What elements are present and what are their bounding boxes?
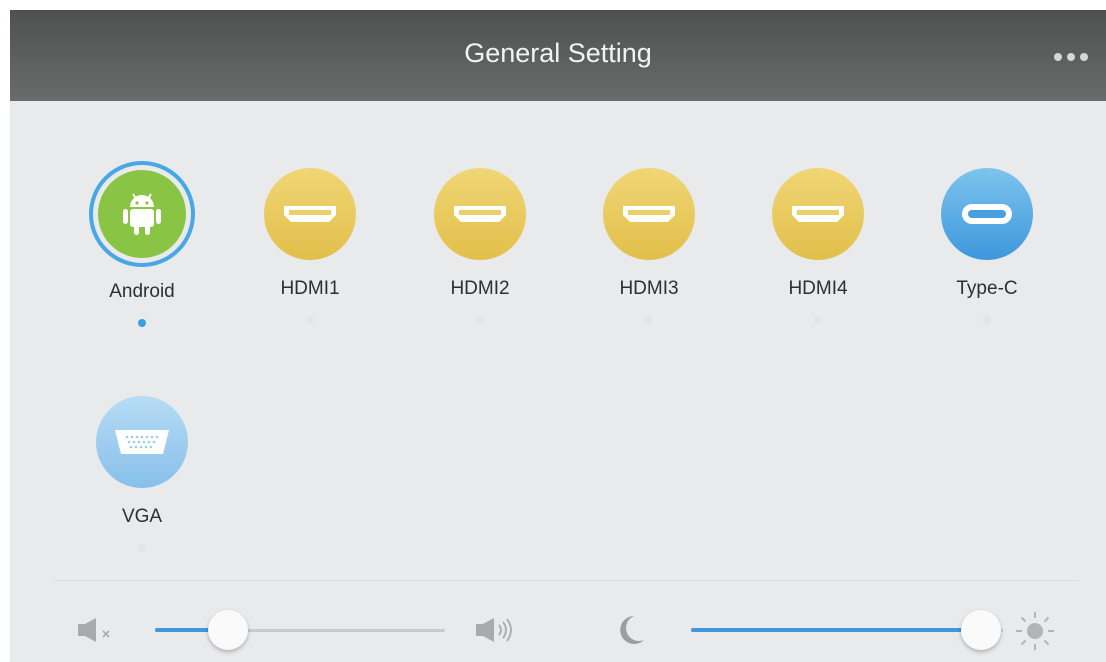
settings-panel: General Setting Android HDMI1 HDMI2 HDMI… xyxy=(10,10,1106,662)
android-icon xyxy=(93,165,191,263)
header-bar: General Setting xyxy=(10,10,1106,101)
selection-indicator xyxy=(138,544,146,552)
source-hdmi1[interactable]: HDMI1 xyxy=(250,168,370,324)
source-type-c[interactable]: Type-C xyxy=(927,168,1047,324)
hdmi-port-icon xyxy=(603,168,695,260)
selected-indicator xyxy=(138,319,146,327)
selection-indicator xyxy=(814,316,822,324)
more-dots-icon[interactable] xyxy=(1054,48,1104,62)
brightness-slider[interactable] xyxy=(691,610,1003,650)
moon-icon[interactable] xyxy=(612,612,648,653)
source-label: HDMI2 xyxy=(450,278,510,299)
selection-indicator xyxy=(306,316,314,324)
source-hdmi2[interactable]: HDMI2 xyxy=(420,168,540,324)
selection-indicator xyxy=(476,316,484,324)
source-label: HDMI3 xyxy=(619,278,679,299)
hdmi-port-icon xyxy=(772,168,864,260)
volume-thumb[interactable] xyxy=(208,610,248,650)
source-label: VGA xyxy=(121,506,163,527)
selection-indicator xyxy=(645,316,653,324)
source-vga[interactable]: VGA xyxy=(82,396,202,552)
brightness-fill xyxy=(691,628,981,632)
source-hdmi4[interactable]: HDMI4 xyxy=(758,168,878,324)
page-title: General Setting xyxy=(464,38,652,68)
source-label: HDMI1 xyxy=(280,278,340,299)
selection-indicator xyxy=(983,316,991,324)
usb-c-port-icon xyxy=(941,168,1033,260)
volume-high-icon[interactable] xyxy=(474,614,518,651)
source-label: HDMI4 xyxy=(788,278,848,299)
sun-icon[interactable] xyxy=(1014,610,1056,657)
hdmi-port-icon xyxy=(264,168,356,260)
source-label: Type-C xyxy=(956,278,1018,299)
divider xyxy=(54,580,1078,581)
brightness-thumb[interactable] xyxy=(961,610,1001,650)
hdmi-port-icon xyxy=(434,168,526,260)
source-label: Android xyxy=(109,281,175,302)
vga-port-icon xyxy=(96,396,188,488)
source-android[interactable]: Android xyxy=(82,165,202,327)
volume-slider[interactable] xyxy=(155,610,445,650)
mute-icon[interactable] xyxy=(76,616,116,649)
source-hdmi3[interactable]: HDMI3 xyxy=(589,168,709,324)
